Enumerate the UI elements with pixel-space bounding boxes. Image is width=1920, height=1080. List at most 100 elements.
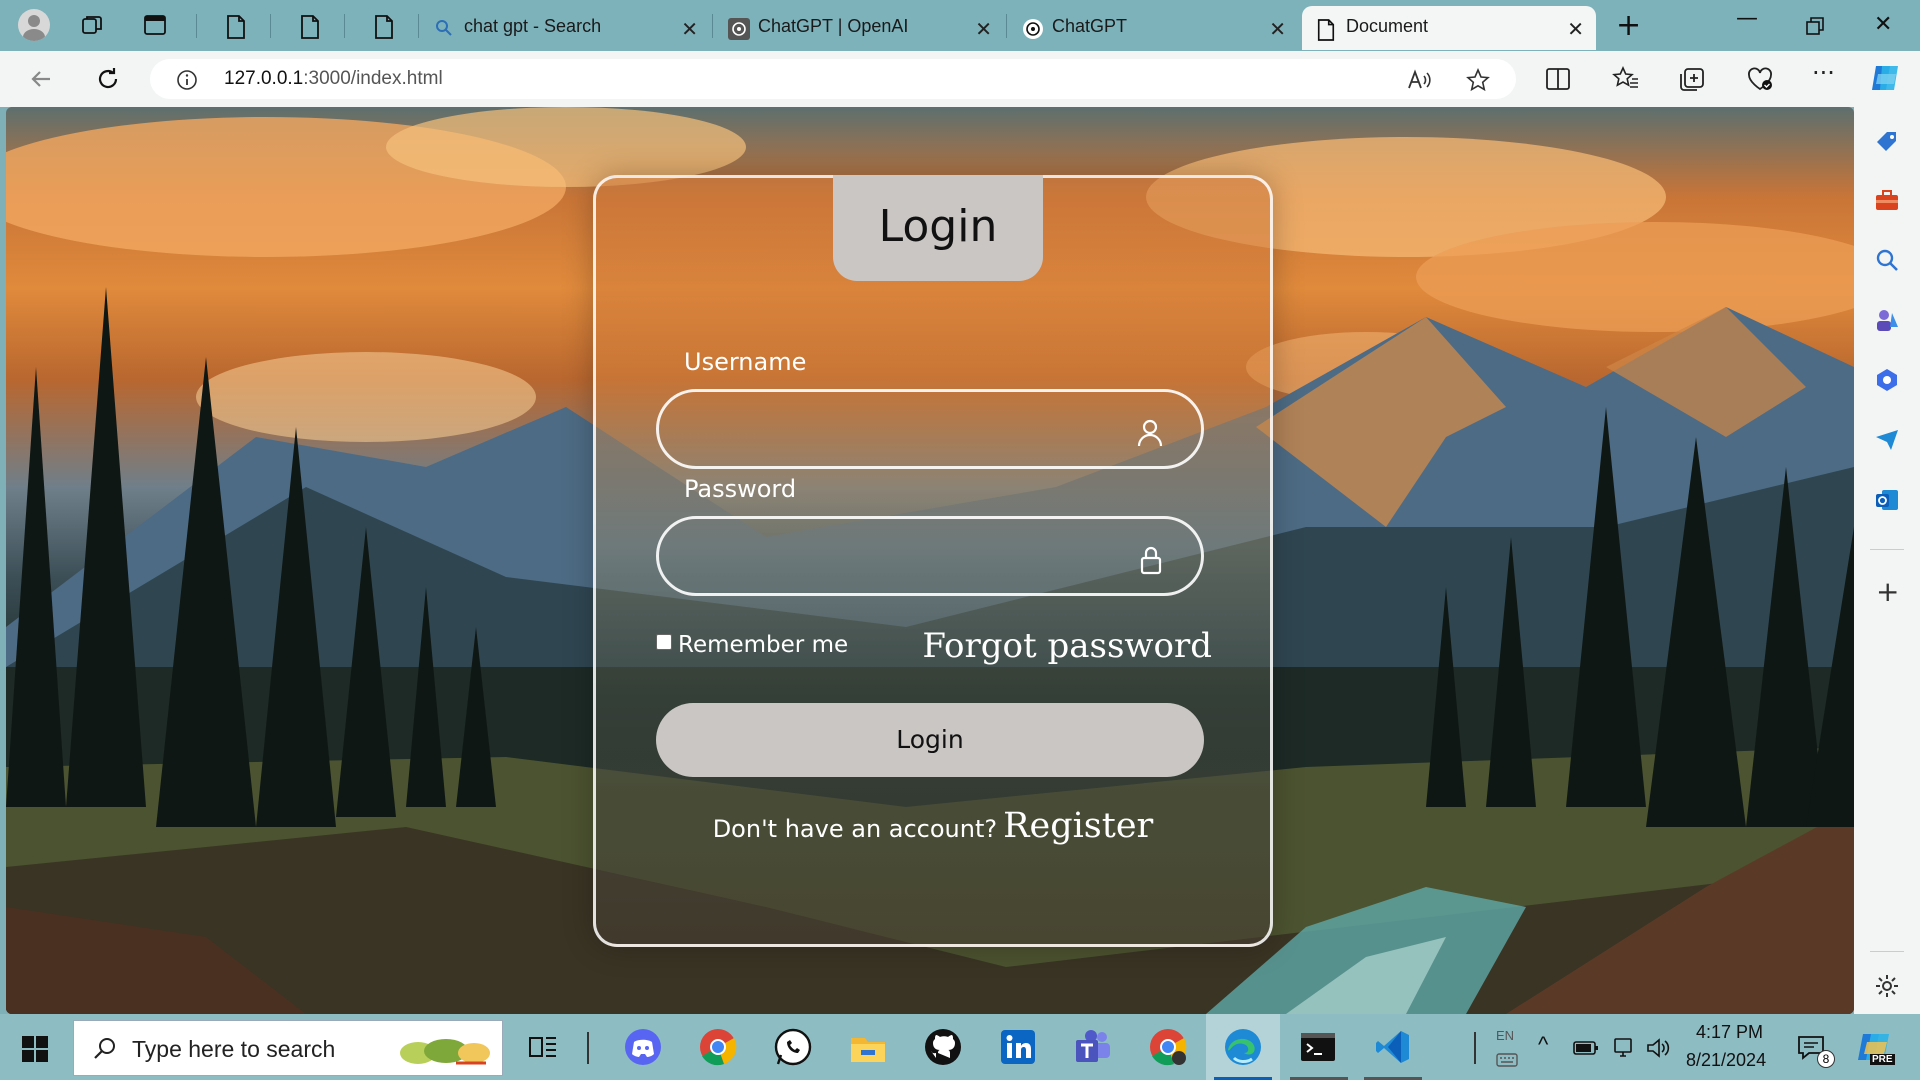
split-screen-icon[interactable] (1545, 66, 1571, 92)
remember-checkbox[interactable] (656, 634, 672, 650)
tab-document[interactable]: Document ✕ (1302, 6, 1596, 50)
read-aloud-icon[interactable] (1406, 68, 1432, 92)
remember-me[interactable]: Remember me (656, 632, 848, 658)
settings-icon[interactable] (1874, 973, 1900, 999)
taskbar-search[interactable]: Type here to search (73, 1020, 503, 1076)
register-link[interactable]: Register (1003, 806, 1153, 846)
collections-icon[interactable] (1678, 66, 1706, 92)
close-icon[interactable]: ✕ (1567, 17, 1584, 42)
page-icon (227, 15, 245, 39)
url-text[interactable]: 127.0.0.1:3000/index.html (224, 68, 443, 90)
volume-icon[interactable] (1645, 1036, 1671, 1060)
profile-avatar[interactable] (18, 9, 50, 41)
back-arrow-icon[interactable] (26, 64, 56, 94)
m365-icon[interactable] (1874, 367, 1900, 393)
pinned-tab-1[interactable] (207, 6, 267, 46)
url-path: :3000/index.html (303, 68, 443, 89)
shopping-tag-icon[interactable] (1874, 129, 1900, 155)
favorites-icon[interactable] (1612, 66, 1640, 92)
password-label: Password (684, 475, 797, 503)
clock-date[interactable]: 8/21/2024 (1686, 1050, 1766, 1071)
lock-icon (1140, 546, 1162, 575)
remember-label: Remember me (678, 632, 849, 658)
github-icon[interactable] (924, 1028, 962, 1066)
chrome-profile-icon[interactable] (1149, 1028, 1187, 1066)
terminal-icon[interactable] (1299, 1028, 1337, 1066)
edge-icon[interactable] (1224, 1028, 1262, 1066)
search-icon[interactable] (1874, 247, 1900, 273)
more-icon[interactable]: ··· (1812, 59, 1835, 87)
tab-label: chat gpt - Search (464, 16, 602, 36)
whatsapp-icon[interactable] (774, 1028, 812, 1066)
tab-strip: chat gpt - Search ✕ ChatGPT | OpenAI ✕ C… (0, 0, 1920, 51)
star-icon[interactable] (1466, 68, 1490, 92)
user-icon (1137, 419, 1163, 447)
windows-start-icon[interactable] (22, 1036, 48, 1062)
vscode-icon[interactable] (1374, 1028, 1412, 1066)
copilot-pre-badge: PRE (1870, 1054, 1895, 1065)
workspaces-icon[interactable] (80, 13, 104, 37)
openai-icon (728, 18, 750, 40)
login-button[interactable]: Login (656, 703, 1204, 777)
network-icon[interactable] (1612, 1036, 1634, 1060)
tab-label: ChatGPT | OpenAI (758, 16, 909, 36)
tools-icon[interactable] (1874, 187, 1900, 213)
tab-search[interactable]: chat gpt - Search ✕ (420, 6, 710, 50)
login-header: Login (833, 175, 1043, 281)
discord-icon[interactable] (624, 1028, 662, 1066)
address-bar[interactable]: 127.0.0.1:3000/index.html (150, 59, 1516, 99)
close-icon[interactable]: ✕ (681, 17, 698, 42)
send-icon[interactable] (1874, 427, 1900, 453)
login-title: Login (878, 201, 998, 252)
page-viewport: Login Username Password Remember me Forg… (6, 107, 1854, 1014)
login-card: Login Username Password Remember me Forg… (593, 175, 1273, 947)
page-icon (1317, 19, 1335, 41)
forgot-password-link[interactable]: Forgot password (922, 626, 1212, 666)
task-view-icon[interactable] (524, 1028, 562, 1066)
teams-icon[interactable] (1074, 1028, 1112, 1066)
minimize-button[interactable]: — (1736, 6, 1758, 31)
edge-sidebar: + (1854, 107, 1920, 1014)
username-label: Username (684, 348, 807, 376)
browser-toolbar: 127.0.0.1:3000/index.html ··· (0, 51, 1920, 107)
register-row: Don't have an account? Register (596, 806, 1270, 846)
password-input[interactable] (656, 516, 1204, 596)
chevron-up-icon[interactable]: ^ (1538, 1032, 1548, 1058)
file-explorer-icon[interactable] (849, 1028, 887, 1066)
notification-count-badge: 8 (1817, 1050, 1835, 1068)
outlook-icon[interactable] (1874, 487, 1900, 513)
linkedin-icon[interactable] (999, 1028, 1037, 1066)
search-icon (94, 1038, 115, 1059)
close-window-button[interactable]: ✕ (1874, 12, 1892, 37)
tab-actions-icon[interactable] (143, 13, 167, 37)
add-icon[interactable]: + (1876, 575, 1899, 608)
taskbar-divider (587, 1032, 589, 1064)
tab-label: Document (1346, 16, 1429, 36)
clock-time[interactable]: 4:17 PM (1696, 1022, 1763, 1043)
new-tab-button[interactable]: + (1616, 8, 1641, 43)
taskbar: Type here to search EN ^ 4:17 PM 8/21/20… (0, 1014, 1920, 1080)
pinned-tab-3[interactable] (355, 6, 415, 46)
refresh-icon[interactable] (93, 64, 123, 94)
language-indicator[interactable]: EN (1496, 1028, 1514, 1043)
tab-label: ChatGPT (1052, 16, 1128, 36)
search-icon (436, 20, 452, 36)
register-prompt: Don't have an account? (712, 815, 998, 843)
games-icon[interactable] (1874, 307, 1900, 333)
chrome-icon[interactable] (699, 1028, 737, 1066)
tab-openai[interactable]: ChatGPT | OpenAI ✕ (714, 6, 1004, 50)
search-highlight-image (400, 1039, 490, 1065)
username-input[interactable] (656, 389, 1204, 469)
close-icon[interactable]: ✕ (975, 17, 992, 42)
pinned-tab-2[interactable] (281, 6, 341, 46)
close-icon[interactable]: ✕ (1269, 17, 1286, 42)
copilot-icon[interactable] (1868, 62, 1904, 94)
browser-essentials-icon[interactable] (1746, 66, 1774, 92)
keyboard-icon[interactable] (1496, 1052, 1518, 1068)
search-placeholder: Type here to search (132, 1036, 336, 1062)
tab-chatgpt[interactable]: ChatGPT ✕ (1008, 6, 1298, 50)
info-icon[interactable] (176, 69, 198, 91)
page-icon (301, 15, 319, 39)
battery-icon[interactable] (1573, 1040, 1599, 1056)
restore-button[interactable] (1806, 17, 1824, 35)
